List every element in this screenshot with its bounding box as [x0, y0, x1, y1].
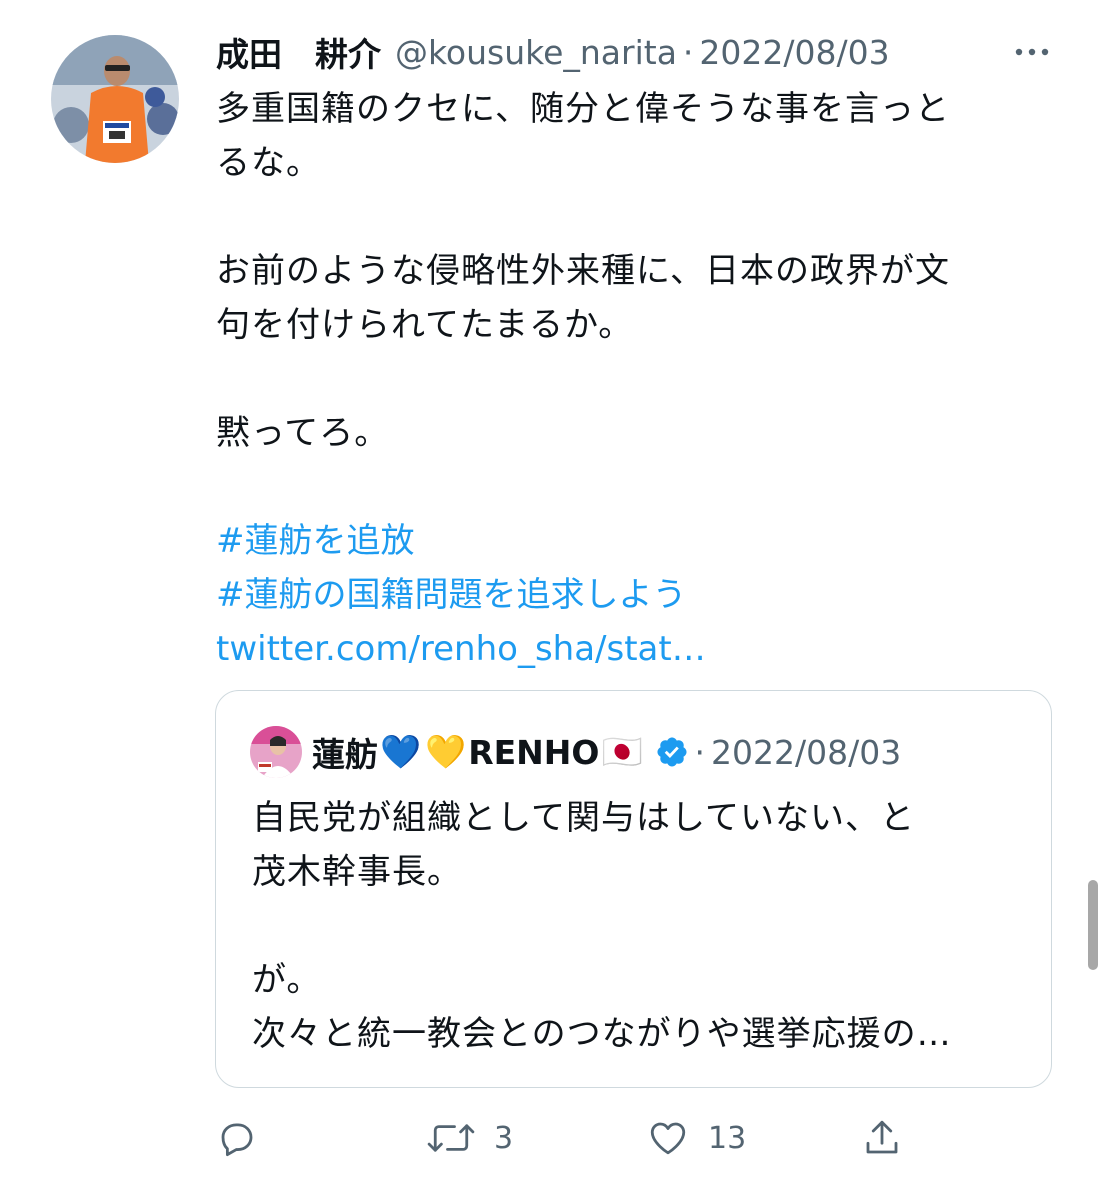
tweet-line: お前のような侵略性外来種に、日本の政界が文 — [216, 251, 950, 291]
hashtag-link[interactable]: #蓮舫を追放 — [216, 514, 1046, 568]
quoted-author-name-suffix: RENHO — [468, 732, 600, 772]
tweet-blank-line — [216, 352, 1046, 406]
japan-flag-emoji: 🇯🇵 — [601, 732, 643, 771]
tweet-actions: 3 13 — [216, 1114, 936, 1162]
quoted-tweet-text: 自民党が組織として関与はしていない、と 茂木幹事長。 が。 次々と統一教会とのつ… — [252, 791, 1032, 1061]
quoted-tweet-card[interactable]: 蓮舫 💙 💛 RENHO 🇯🇵 · 2022/08/03 自民党が組織として関与… — [215, 690, 1052, 1088]
retweet-icon — [426, 1117, 476, 1159]
verified-badge-icon — [655, 735, 689, 769]
quoted-tweet-header: 蓮舫 💙 💛 RENHO 🇯🇵 · 2022/08/03 — [312, 725, 901, 779]
tweet-line: 多重国籍のクセに、随分と偉そうな事を言っと — [216, 89, 950, 129]
quoted-tweet-line: が。 — [252, 960, 322, 1000]
hashtag-link[interactable]: #蓮舫の国籍問題を追求しよう — [216, 568, 1046, 622]
tweet-date[interactable]: 2022/08/03 — [699, 33, 889, 72]
tweet-header: 成田 耕介 @kousuke_narita · 2022/08/03 — [216, 26, 1016, 78]
yellow-heart-emoji: 💛 — [425, 732, 467, 771]
quoted-tweet-line: 茂木幹事長。 — [252, 852, 462, 892]
quoted-author-name: 蓮舫 — [312, 735, 378, 774]
author-avatar[interactable] — [51, 35, 179, 163]
quoted-tweet-line: 次々と統一教会とのつながりや選挙応援の… — [252, 1014, 952, 1054]
scrollbar[interactable] — [1088, 880, 1098, 970]
tweet-line: るな。 — [216, 143, 321, 183]
tweet-line: 句を付けられてたまるか。 — [216, 305, 634, 345]
header-separator: · — [682, 32, 694, 72]
author-name[interactable]: 成田 耕介 — [216, 28, 381, 76]
quoted-header-separator: · — [694, 732, 706, 772]
retweet-button[interactable]: 3 — [426, 1114, 513, 1162]
share-button[interactable] — [860, 1114, 904, 1162]
like-button[interactable]: 13 — [646, 1114, 746, 1162]
reply-icon — [216, 1117, 258, 1159]
retweet-count: 3 — [494, 1120, 514, 1156]
tweet-line: 黙ってろ。 — [216, 413, 390, 453]
reply-button[interactable] — [216, 1114, 258, 1162]
more-icon[interactable] — [1010, 36, 1054, 68]
like-count: 13 — [708, 1120, 747, 1156]
tweet-blank-line — [216, 460, 1046, 514]
author-handle[interactable]: @kousuke_narita — [395, 33, 677, 72]
url-link[interactable]: twitter.com/renho_sha/stat… — [216, 622, 1046, 676]
quoted-author-avatar[interactable] — [250, 726, 302, 778]
share-icon — [860, 1117, 904, 1159]
tweet-blank-line — [216, 190, 1046, 244]
blue-heart-emoji: 💙 — [380, 732, 422, 771]
quoted-author-name-group[interactable]: 蓮舫 💙 💛 RENHO 🇯🇵 — [312, 728, 645, 776]
quoted-tweet-blank-line — [252, 899, 1032, 953]
like-icon — [646, 1117, 690, 1159]
quoted-tweet-line: 自民党が組織として関与はしていない、と — [252, 798, 915, 838]
tweet-text: 多重国籍のクセに、随分と偉そうな事を言っと るな。 お前のような侵略性外来種に、… — [216, 82, 1046, 676]
quoted-tweet-date[interactable]: 2022/08/03 — [711, 733, 901, 772]
